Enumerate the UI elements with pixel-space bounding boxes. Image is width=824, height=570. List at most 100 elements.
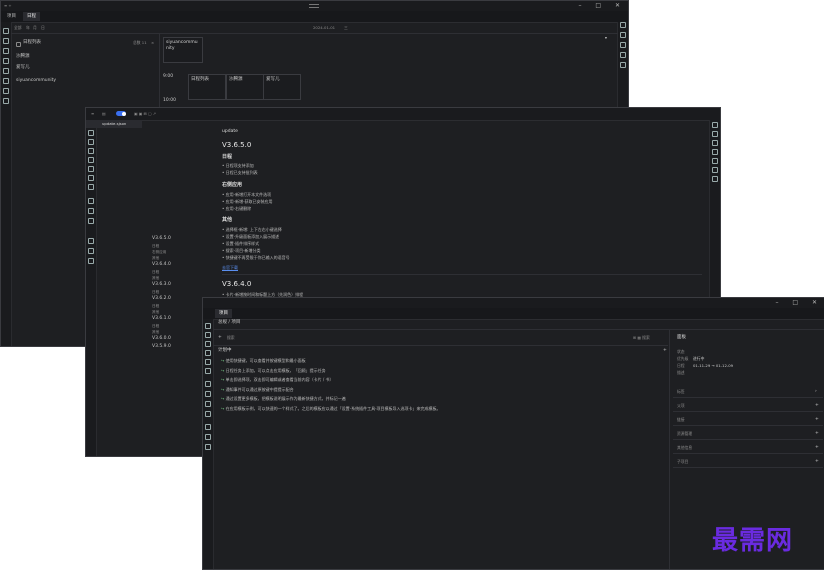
date-range[interactable]: 01-11-29 → 01-12-09 <box>693 363 733 368</box>
window-controls[interactable]: – □ ✕ <box>775 299 823 307</box>
event-slot[interactable]: 日程列表 <box>188 74 226 100</box>
tag-icon[interactable] <box>88 157 94 163</box>
theme-toggle[interactable] <box>116 111 126 116</box>
search-icon[interactable] <box>88 130 94 136</box>
copy-icon[interactable] <box>712 149 718 155</box>
task-item[interactable]: ↪ 通过设置更多模板，把模板说明展示作为最新快捷方式，并标记一遍 <box>221 396 346 401</box>
task-item[interactable]: ↪ 日程任务上添加，可以点击应用模板，「回顾」提示任务 <box>221 368 326 373</box>
search-icon[interactable] <box>3 28 9 34</box>
list-item[interactable]: 沙腾源 <box>16 54 30 60</box>
event-slot[interactable]: 爱写儿 <box>263 74 301 100</box>
search-icon[interactable] <box>205 323 211 329</box>
close-icon[interactable]: × <box>151 40 154 45</box>
folder-icon[interactable] <box>88 166 94 172</box>
property-group[interactable]: 子项目 <box>677 459 688 464</box>
folder-icon[interactable] <box>205 359 211 365</box>
breadcrumb[interactable]: 总规 / 项目 <box>218 320 240 326</box>
list-item[interactable]: 爱写儿 <box>16 65 30 71</box>
chevron-right-icon[interactable]: › <box>815 389 817 395</box>
download-link[interactable]: 去官下载 <box>222 265 238 270</box>
clock-icon[interactable] <box>3 78 9 84</box>
view-month[interactable]: 月 <box>33 25 37 30</box>
status-value[interactable]: 进行中 <box>693 356 704 361</box>
app-menu-icon[interactable]: ≡ + <box>4 3 12 8</box>
lock-icon[interactable] <box>205 444 211 450</box>
property-group[interactable]: 其他信息 <box>677 445 692 450</box>
outline-section[interactable]: 右侧应用 <box>152 250 166 255</box>
link-icon[interactable] <box>205 434 211 440</box>
tab-projects[interactable]: 项目 <box>3 12 20 21</box>
user-icon[interactable] <box>712 176 718 182</box>
calendar-icon[interactable] <box>88 148 94 154</box>
property-group[interactable]: 链接 <box>677 417 685 422</box>
link-icon[interactable] <box>712 167 718 173</box>
folder-icon[interactable] <box>3 68 9 74</box>
list-item[interactable]: siyuancommunity <box>16 78 56 84</box>
clock-icon[interactable] <box>205 368 211 374</box>
drag-handle[interactable] <box>309 4 319 8</box>
list-icon[interactable] <box>88 184 94 190</box>
event-slot[interactable]: 沙腾源 <box>226 74 264 100</box>
clock-icon[interactable] <box>88 175 94 181</box>
window-controls[interactable]: – □ ✕ <box>578 2 626 10</box>
tag-icon[interactable] <box>3 58 9 64</box>
property-group[interactable]: 资源管理 <box>677 431 692 436</box>
outline-section[interactable]: 其他 <box>152 330 159 335</box>
outline-section[interactable]: 日程 <box>152 304 159 309</box>
star-icon[interactable] <box>88 198 94 204</box>
outline-version[interactable]: V3.6.3.0 <box>152 282 171 288</box>
save-icon[interactable]: ▣ ▣ ⊞ ▢ ↗ <box>134 111 156 116</box>
outline-section[interactable]: 其他 <box>152 256 159 261</box>
gear-icon[interactable] <box>205 401 211 407</box>
link-icon[interactable] <box>88 248 94 254</box>
settings-icon[interactable] <box>620 22 626 28</box>
folder-icon[interactable] <box>620 52 626 58</box>
tab-calendar[interactable]: 日程 <box>23 12 40 21</box>
lock-icon[interactable] <box>88 258 94 264</box>
property-group[interactable]: 标签 <box>677 389 685 394</box>
add-icon[interactable]: + <box>815 459 819 465</box>
tab-update[interactable]: update.sjson <box>86 120 142 128</box>
chevron-down-icon[interactable]: ▾ <box>605 35 607 40</box>
bell-icon[interactable] <box>3 88 9 94</box>
edit-icon[interactable] <box>620 42 626 48</box>
add-icon[interactable]: + <box>815 403 819 409</box>
event-card[interactable]: siyuancommunity <box>163 37 203 63</box>
refresh-icon[interactable] <box>88 238 94 244</box>
outline-section[interactable]: 日程 <box>152 324 159 329</box>
refresh-icon[interactable] <box>205 424 211 430</box>
outline-version[interactable]: V3.6.2.0 <box>152 296 171 302</box>
task-item[interactable]: ↪ 单击即选择项，双击即可编辑或者查看当前内容（卡片 / 书） <box>221 377 334 382</box>
checkbox[interactable] <box>16 42 21 47</box>
view-year[interactable]: 年 <box>26 25 30 30</box>
task-item[interactable]: ↪ 在应用模板示例，可以快速的一个样式了。之后的模板应以通过「设置-系统插件工具… <box>221 406 441 411</box>
settings-icon[interactable] <box>712 122 718 128</box>
star-icon[interactable] <box>205 391 211 397</box>
list-icon[interactable] <box>3 98 9 104</box>
view-all[interactable]: 全部 <box>14 25 22 30</box>
add-button[interactable]: + <box>218 335 222 341</box>
folder-icon[interactable] <box>712 158 718 164</box>
sidebar-icon[interactable]: ▤ <box>102 111 106 116</box>
property-group[interactable]: 父项 <box>677 403 685 408</box>
gear-icon[interactable] <box>712 131 718 137</box>
add-icon[interactable]: + <box>815 431 819 437</box>
inbox-icon[interactable] <box>88 139 94 145</box>
outline-version[interactable]: V3.6.0.0 <box>152 336 171 342</box>
menu-icon[interactable]: ≡ <box>91 111 94 116</box>
outline-version[interactable]: V3.6.4.0 <box>152 262 171 268</box>
calendar-icon[interactable] <box>205 341 211 347</box>
view-toggle[interactable]: ⊞ ▦ 搜索 <box>633 335 650 340</box>
outline-section[interactable]: 日程 <box>152 290 159 295</box>
add-icon[interactable]: + <box>815 445 819 451</box>
tab-project[interactable]: 项目 <box>215 309 232 318</box>
edit-icon[interactable] <box>712 140 718 146</box>
task-item[interactable]: ↪ 使用快捷键，可以查看并按键模型和最小面板 <box>221 358 306 363</box>
gear-icon[interactable] <box>620 32 626 38</box>
inbox-icon[interactable] <box>205 332 211 338</box>
inbox-icon[interactable] <box>3 38 9 44</box>
trash-icon[interactable] <box>205 411 211 417</box>
search-input[interactable]: 搜索 <box>227 335 235 340</box>
task-item[interactable]: ↪ 通知事件可以通过原按键中提提示配合 <box>221 387 294 392</box>
outline-section[interactable]: 日程 <box>152 244 159 249</box>
